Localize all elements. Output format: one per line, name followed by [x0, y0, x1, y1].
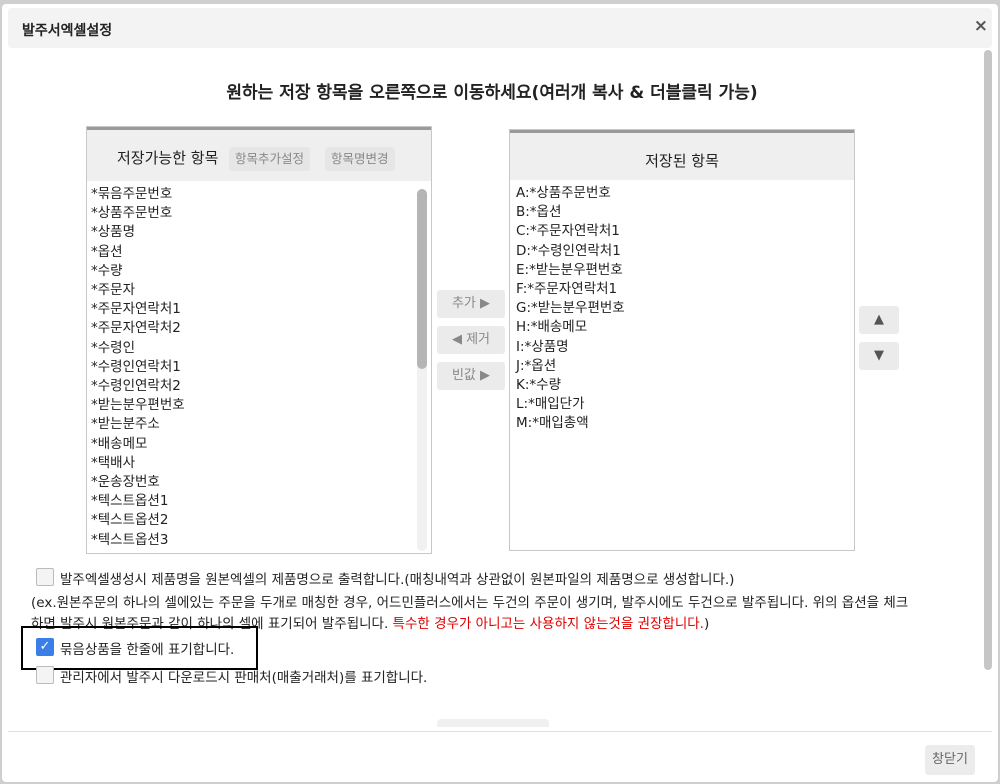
option-show-seller-label: 관리자에서 발주시 다운로드시 판매처(매출거래처)를 표기합니다. — [60, 670, 428, 686]
instruction-heading: 원하는 저장 항목을 오른쪽으로 이동하세요(여러개 복사 & 더블클릭 가능) — [226, 83, 758, 103]
saved-items-header: 저장된 항목 — [510, 130, 854, 180]
footer-divider — [8, 731, 992, 732]
list-item[interactable]: *수량 — [91, 262, 413, 281]
add-button[interactable]: 추가 ▶ — [437, 290, 505, 318]
available-items-scrollbar[interactable] — [417, 189, 427, 551]
list-item[interactable]: M:*매입총액 — [516, 414, 846, 433]
list-item[interactable]: *받는분주소 — [91, 415, 413, 434]
dialog-scrollbar[interactable] — [984, 50, 992, 670]
list-item[interactable]: *주문자연락처2 — [91, 319, 413, 338]
list-item[interactable]: *수령인 — [91, 339, 413, 358]
list-item[interactable]: *배송메모 — [91, 435, 413, 454]
list-item[interactable]: G:*받는분우편번호 — [516, 299, 846, 318]
remove-button[interactable]: ◀ 제거 — [437, 326, 505, 354]
saved-items-panel: 저장된 항목 A:*상품주문번호 B:*옵션 C:*주문자연락처1 D:*수령인… — [509, 129, 855, 551]
saved-items-title: 저장된 항목 — [645, 152, 719, 170]
highlight-box — [21, 626, 258, 670]
list-item[interactable]: *상품명 — [91, 223, 413, 242]
list-item[interactable]: *주문자 — [91, 281, 413, 300]
option-show-seller-checkbox[interactable] — [36, 666, 54, 684]
close-icon[interactable]: × — [974, 18, 988, 35]
move-up-button[interactable]: ▲ — [859, 306, 899, 334]
scrollbar-thumb[interactable] — [417, 189, 427, 369]
list-item[interactable]: I:*상품명 — [516, 338, 846, 357]
list-item[interactable]: *텍스트옵션3 — [91, 531, 413, 550]
list-item[interactable]: J:*옵션 — [516, 357, 846, 376]
list-item[interactable]: A:*상품주문번호 — [516, 184, 846, 203]
list-item[interactable]: *상품주문번호 — [91, 204, 413, 223]
list-item[interactable]: *운송장번호 — [91, 473, 413, 492]
settings-dialog: 발주서엑셀설정 × 원하는 저장 항목을 오른쪽으로 이동하세요(여러개 복사 … — [2, 4, 998, 782]
list-item[interactable]: E:*받는분우편번호 — [516, 261, 846, 280]
close-window-button[interactable]: 창닫기 — [925, 745, 975, 775]
list-item[interactable]: L:*매입단가 — [516, 395, 846, 414]
list-item[interactable]: *묶음주문번호 — [91, 185, 413, 204]
move-down-button[interactable]: ▼ — [859, 342, 899, 370]
saved-items-list[interactable]: A:*상품주문번호 B:*옵션 C:*주문자연락처1 D:*수령인연락처1 E:… — [516, 184, 846, 434]
rename-item-button[interactable]: 항목명변경 — [325, 147, 395, 171]
option-original-product-name-checkbox[interactable] — [36, 568, 54, 586]
list-item[interactable]: *수령인연락처2 — [91, 377, 413, 396]
list-item[interactable]: C:*주문자연락처1 — [516, 222, 846, 241]
note-close: ) — [703, 616, 710, 632]
available-items-list[interactable]: *묶음주문번호 *상품주문번호 *상품명 *옵션 *수량 *주문자 *주문자연락… — [91, 185, 413, 553]
available-items-panel: 저장가능한 항목 항목추가설정 항목명변경 *묶음주문번호 *상품주문번호 *상… — [86, 126, 432, 554]
list-item[interactable]: *텍스트옵션1 — [91, 492, 413, 511]
list-item[interactable]: D:*수령인연락처1 — [516, 242, 846, 261]
dialog-title: 발주서엑셀설정 — [22, 23, 113, 39]
list-item[interactable]: H:*배송메모 — [516, 318, 846, 337]
option-original-product-name-label: 발주엑셀생성시 제품명을 원본엑셀의 제품명으로 출력합니다.(매칭내역과 상관… — [60, 572, 735, 588]
available-items-header: 저장가능한 항목 항목추가설정 항목명변경 — [87, 127, 431, 181]
list-item[interactable]: *받는분우편번호 — [91, 396, 413, 415]
note-warning: 특수한 경우가 아니고는 사용하지 않는것을 권장합니다. — [392, 616, 704, 632]
empty-value-button[interactable]: 빈값 ▶ — [437, 362, 505, 390]
note-line-1: (ex.원본주문의 하나의 셀에있는 주문을 두개로 매칭한 경우, 어드민플러… — [31, 595, 909, 611]
hidden-button-stub — [437, 719, 549, 727]
list-item[interactable]: F:*주문자연락처1 — [516, 280, 846, 299]
add-item-setting-button[interactable]: 항목추가설정 — [229, 147, 311, 171]
list-item[interactable]: *수령인연락처1 — [91, 358, 413, 377]
available-items-title: 저장가능한 항목 — [117, 149, 219, 167]
list-item[interactable]: *택배사 — [91, 454, 413, 473]
list-item[interactable]: B:*옵션 — [516, 203, 846, 222]
dialog-titlebar: 발주서엑셀설정 × — [8, 8, 992, 48]
list-item[interactable]: *텍스트옵션2 — [91, 511, 413, 530]
list-item[interactable]: *주문자연락처1 — [91, 300, 413, 319]
list-item[interactable]: *옵션 — [91, 243, 413, 262]
list-item[interactable]: K:*수량 — [516, 376, 846, 395]
